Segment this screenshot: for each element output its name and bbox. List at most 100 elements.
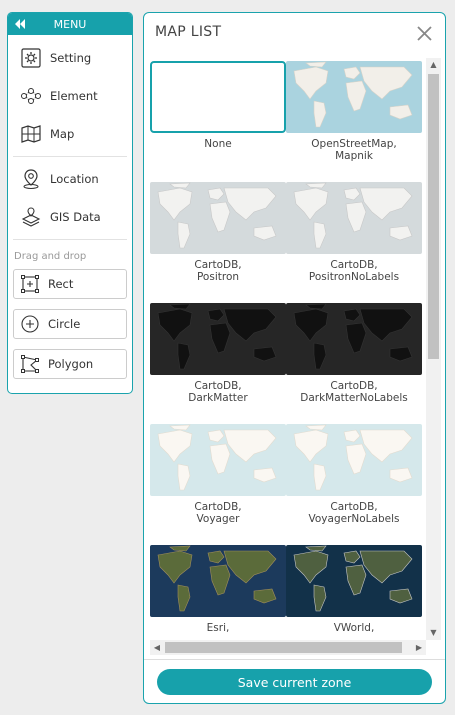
map-tile-label: CartoDB, DarkMatterNoLabels xyxy=(286,380,422,404)
map-tile-label-line2: PositronNoLabels xyxy=(308,271,400,283)
map-tile-label: CartoDB, Voyager xyxy=(150,501,286,525)
element-nodes-icon xyxy=(20,85,42,107)
menu-item-label: Location xyxy=(50,172,99,186)
menu-item-label: GIS Data xyxy=(50,210,101,224)
map-tile-label-line2: Voyager xyxy=(196,513,240,525)
polygon-tool-button[interactable]: Polygon xyxy=(13,349,127,379)
map-tile[interactable]: None xyxy=(150,61,286,150)
map-tile-label: CartoDB, Positron xyxy=(150,259,286,283)
menu-item-gis-data[interactable]: GIS Data xyxy=(8,198,132,236)
double-chevron-left-icon[interactable] xyxy=(13,17,27,31)
scroll-down-arrow-icon[interactable]: ▼ xyxy=(426,626,441,640)
divider xyxy=(144,659,445,660)
save-current-zone-button[interactable]: Save current zone xyxy=(157,669,432,695)
map-thumbnail-image xyxy=(286,545,422,617)
gear-icon xyxy=(20,47,42,69)
map-list-panel: MAP LIST None OpenStreetMap, Mapnik CartoDB… xyxy=(143,12,446,704)
menu-header: MENU xyxy=(8,13,132,35)
map-tile-label-line1: CartoDB, xyxy=(330,259,378,271)
tool-label: Polygon xyxy=(48,357,94,371)
map-tile-label-line2: DarkMatter xyxy=(188,392,248,404)
map-thumbnail-image xyxy=(150,545,286,617)
circle-tool-icon xyxy=(20,314,40,334)
map-tile-label-line2: DarkMatterNoLabels xyxy=(300,392,408,404)
tool-label: Circle xyxy=(48,317,81,331)
map-thumbnail-image xyxy=(150,303,286,375)
map-tile-label: None xyxy=(150,138,286,150)
map-tile-label-line2: VoyagerNoLabels xyxy=(308,513,400,525)
map-tile-label-line1: VWorld, xyxy=(333,622,375,634)
tool-label: Rect xyxy=(48,277,74,291)
map-thumbnail[interactable] xyxy=(286,545,422,617)
layers-icon xyxy=(20,206,42,228)
map-tile-label-line1: OpenStreetMap, xyxy=(311,138,397,150)
polygon-tool-icon xyxy=(20,354,40,374)
menu-title: MENU xyxy=(53,17,87,31)
map-tile-label-line2: Mapnik xyxy=(335,150,373,162)
map-thumbnail[interactable] xyxy=(150,424,286,496)
map-tile[interactable]: CartoDB, Positron xyxy=(150,182,286,283)
map-list-body: None OpenStreetMap, Mapnik CartoDB, Positron… xyxy=(150,58,441,658)
map-thumbnail[interactable] xyxy=(286,61,422,133)
scroll-left-arrow-icon[interactable]: ◀ xyxy=(150,640,164,655)
map-tile[interactable]: Esri, xyxy=(150,545,286,634)
map-thumbnail[interactable] xyxy=(150,303,286,375)
map-tile-label: OpenStreetMap, Mapnik xyxy=(286,138,422,162)
vertical-scrollbar[interactable]: ▲ ▼ xyxy=(426,58,441,640)
map-thumbnail[interactable] xyxy=(150,61,286,133)
map-tile[interactable]: CartoDB, Voyager xyxy=(150,424,286,525)
map-tile[interactable]: CartoDB, PositronNoLabels xyxy=(286,182,422,283)
drag-drop-label: Drag and drop xyxy=(14,251,87,262)
close-icon[interactable] xyxy=(417,26,432,41)
menu-panel: MENU Setting Element Map Location GIS Da… xyxy=(7,12,133,394)
map-tile-label: CartoDB, VoyagerNoLabels xyxy=(286,501,422,525)
menu-item-location[interactable]: Location xyxy=(8,160,132,198)
rect-tool-button[interactable]: Rect xyxy=(13,269,127,299)
map-thumbnail[interactable] xyxy=(286,424,422,496)
map-list-title: MAP LIST xyxy=(155,24,222,40)
horizontal-scrollbar[interactable]: ◀ ▶ xyxy=(150,640,426,655)
menu-item-setting[interactable]: Setting xyxy=(8,39,132,77)
map-thumbnail[interactable] xyxy=(286,182,422,254)
map-tile[interactable]: CartoDB, VoyagerNoLabels xyxy=(286,424,422,525)
map-thumbnail-image xyxy=(286,61,422,133)
map-tile-grid: None OpenStreetMap, Mapnik CartoDB, Positron… xyxy=(150,58,425,640)
map-tile-label-line1: CartoDB, xyxy=(194,380,242,392)
scrollbar-thumb[interactable] xyxy=(165,642,402,653)
map-tile[interactable]: OpenStreetMap, Mapnik xyxy=(286,61,422,162)
scrollbar-thumb[interactable] xyxy=(428,74,439,359)
map-thumbnail[interactable] xyxy=(150,545,286,617)
location-pin-icon xyxy=(20,168,42,190)
map-tile[interactable]: VWorld, xyxy=(286,545,422,634)
map-thumbnail[interactable] xyxy=(286,303,422,375)
menu-item-element[interactable]: Element xyxy=(8,77,132,115)
menu-item-map[interactable]: Map xyxy=(8,115,132,153)
map-thumbnail-image xyxy=(286,424,422,496)
map-tile-label: CartoDB, PositronNoLabels xyxy=(286,259,422,283)
map-tile[interactable]: CartoDB, DarkMatter xyxy=(150,303,286,404)
map-thumbnail-image xyxy=(150,182,286,254)
map-tile-label-line1: None xyxy=(204,138,232,150)
map-tile-label-line2: Positron xyxy=(196,271,240,283)
circle-tool-button[interactable]: Circle xyxy=(13,309,127,339)
menu-divider xyxy=(13,156,127,157)
map-thumbnail[interactable] xyxy=(150,182,286,254)
map-thumbnail-image xyxy=(150,424,286,496)
map-tile[interactable]: CartoDB, DarkMatterNoLabels xyxy=(286,303,422,404)
menu-item-label: Setting xyxy=(50,51,92,65)
map-thumbnail-image xyxy=(286,303,422,375)
map-tile-label-line1: CartoDB, xyxy=(330,501,378,513)
scroll-right-arrow-icon[interactable]: ▶ xyxy=(412,640,426,655)
menu-item-label: Element xyxy=(50,89,98,103)
map-thumbnail-image xyxy=(286,182,422,254)
map-icon xyxy=(20,123,42,145)
rect-tool-icon xyxy=(20,274,40,294)
menu-item-label: Map xyxy=(50,127,75,141)
map-tile-label-line1: CartoDB, xyxy=(194,259,242,271)
map-tile-label-line1: CartoDB, xyxy=(330,380,378,392)
menu-divider xyxy=(13,239,127,240)
scroll-up-arrow-icon[interactable]: ▲ xyxy=(426,58,441,72)
map-tile-label: Esri, xyxy=(150,622,286,634)
map-tile-label-line1: Esri, xyxy=(206,622,230,634)
map-tile-label: VWorld, xyxy=(286,622,422,634)
